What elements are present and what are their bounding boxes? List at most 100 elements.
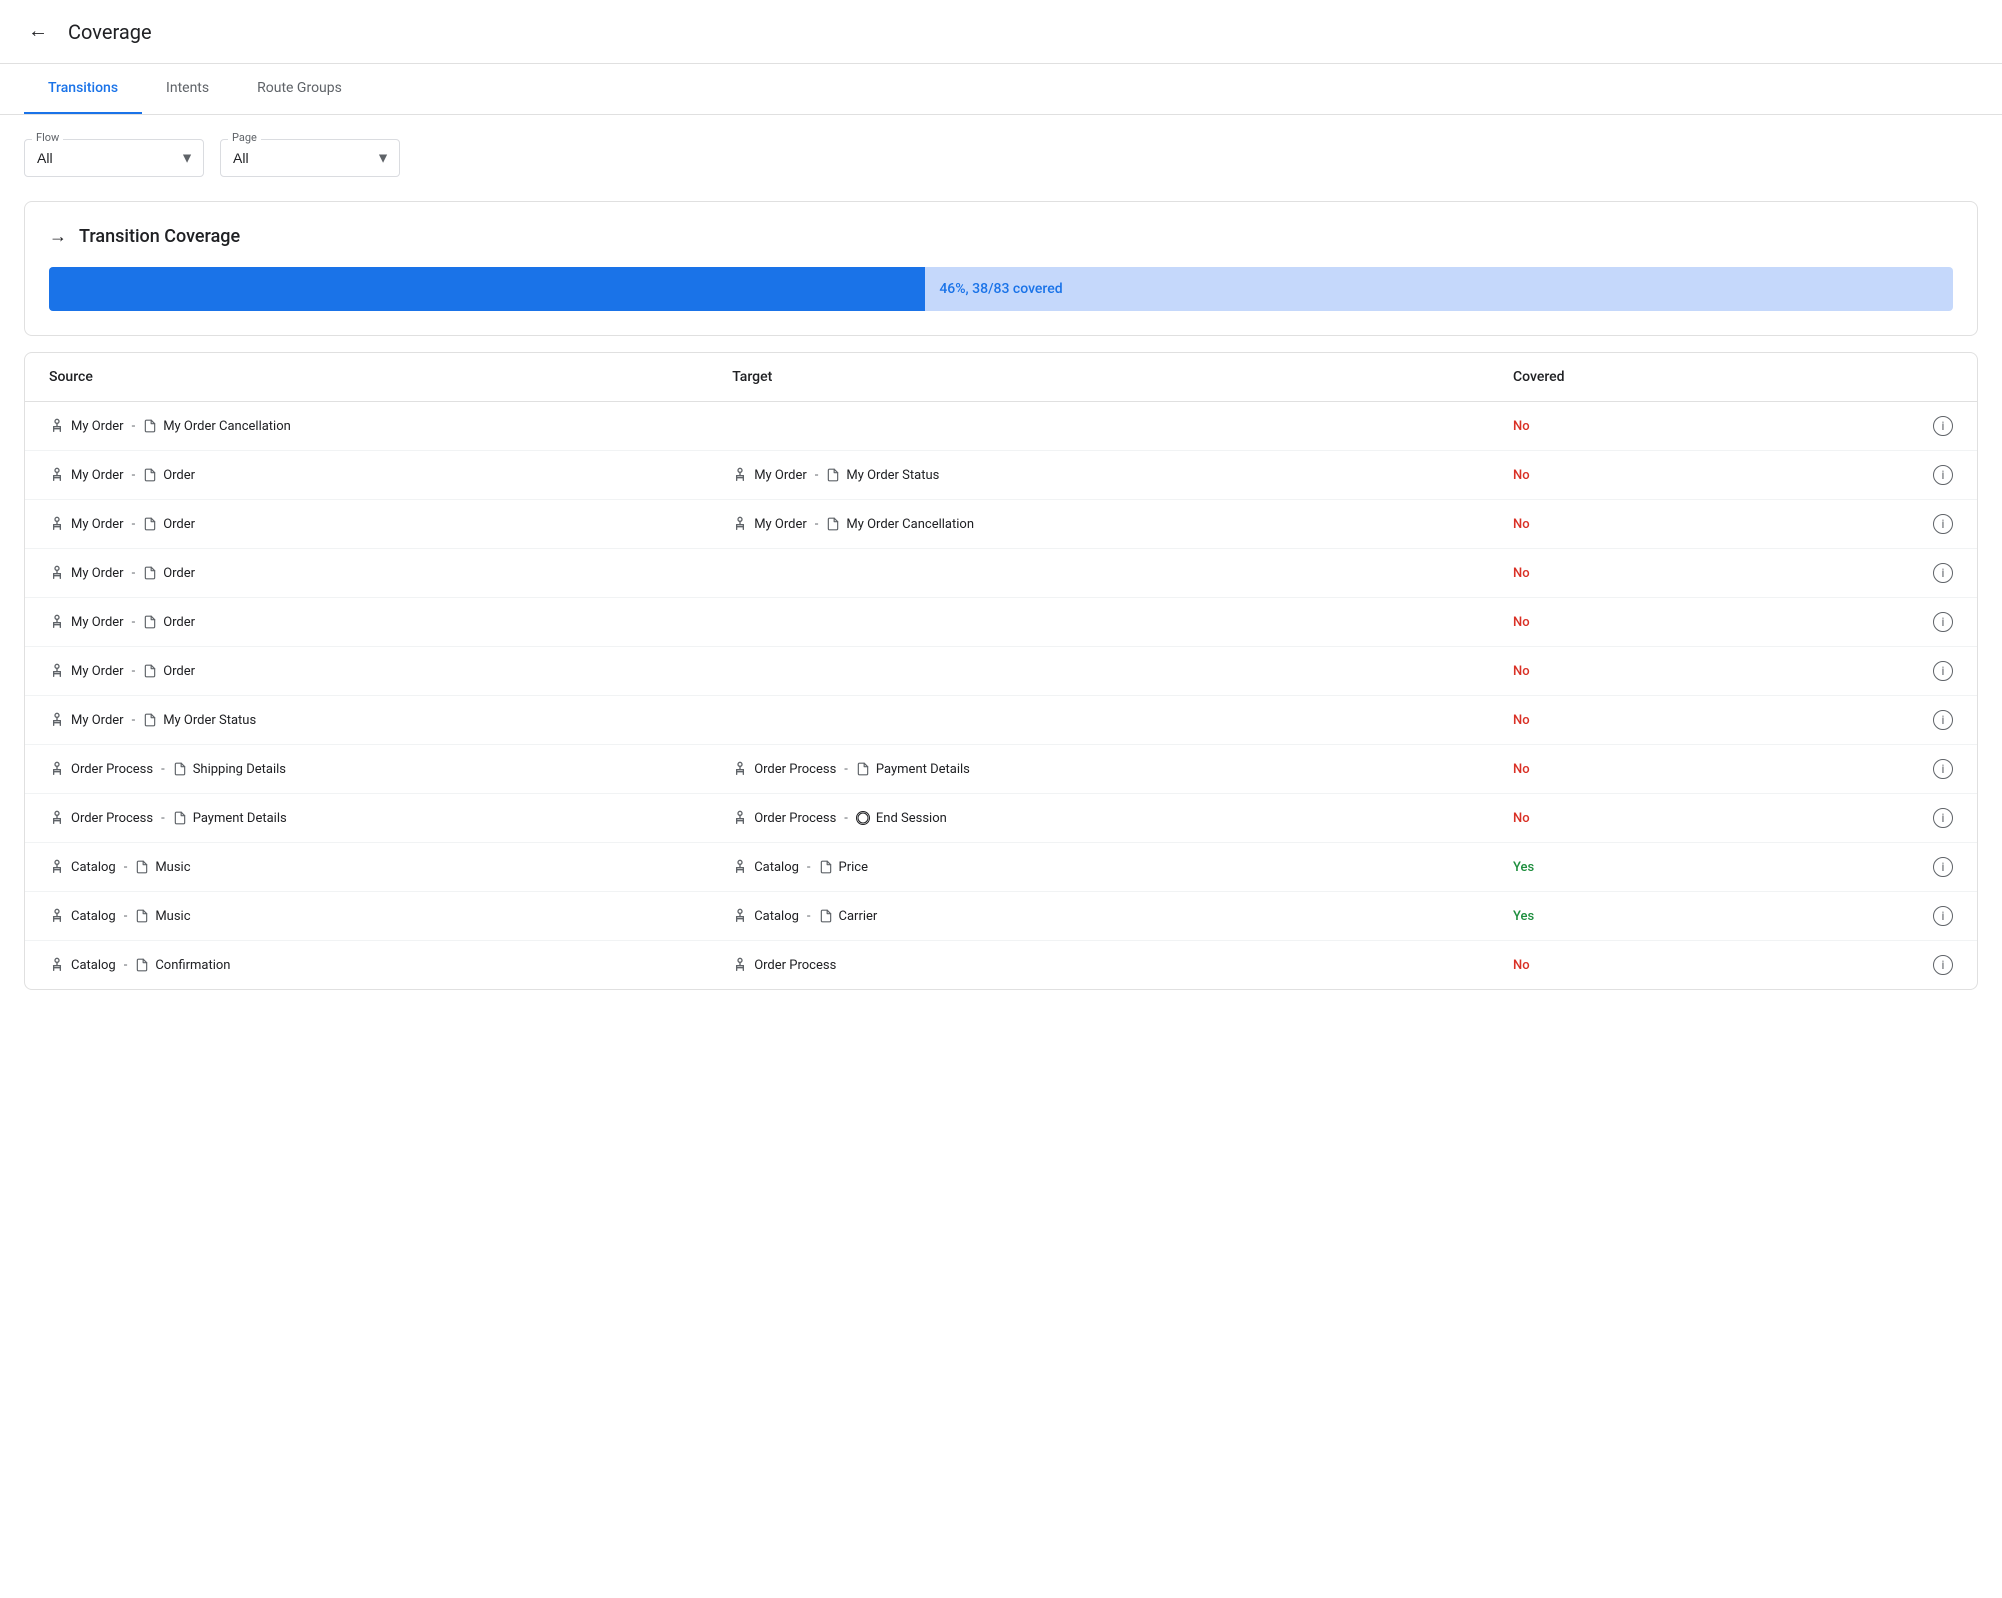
target-cell (708, 647, 1489, 696)
page-name: Music (155, 909, 190, 924)
flow-icon (49, 565, 65, 581)
flow-select[interactable]: All (24, 139, 204, 177)
flow-icon (732, 516, 748, 532)
tab-transitions[interactable]: Transitions (24, 64, 142, 114)
page-name: Payment Details (193, 811, 287, 826)
back-button[interactable]: ← (24, 16, 52, 47)
source-cell: My Order- My Order Cancellation (25, 402, 708, 451)
tab-route-groups[interactable]: Route Groups (233, 64, 366, 114)
source-cell: Order Process- Payment Details (25, 794, 708, 843)
dash-separator: - (132, 664, 136, 679)
info-icon[interactable]: i (1933, 465, 1953, 485)
covered-cell: No (1489, 696, 1782, 745)
source-cell: My Order- Order (25, 598, 708, 647)
page-icon (143, 566, 157, 580)
action-cell[interactable]: i (1782, 941, 1977, 990)
info-icon[interactable]: i (1933, 808, 1953, 828)
info-icon[interactable]: i (1933, 857, 1953, 877)
table-row: Catalog- Music Catalog- PriceYesi (25, 843, 1977, 892)
covered-cell: No (1489, 500, 1782, 549)
dash-separator: - (807, 860, 811, 875)
col-action-header (1782, 353, 1977, 402)
action-cell[interactable]: i (1782, 745, 1977, 794)
table-row: Catalog- Music Catalog- CarrierYesi (25, 892, 1977, 941)
flow-name: My Order (71, 615, 124, 630)
page-title: Coverage (68, 20, 152, 44)
target-cell: My Order- My Order Status (708, 451, 1489, 500)
info-icon[interactable]: i (1933, 661, 1953, 681)
covered-status: No (1513, 419, 1530, 434)
page-icon (135, 958, 149, 972)
flow-icon (49, 712, 65, 728)
info-icon[interactable]: i (1933, 612, 1953, 632)
flow-filter-label: Flow (32, 131, 63, 144)
dash-separator: - (124, 909, 128, 924)
dash-separator: - (132, 566, 136, 581)
page-name: Price (839, 860, 868, 875)
info-icon[interactable]: i (1933, 710, 1953, 730)
action-cell[interactable]: i (1782, 647, 1977, 696)
dash-separator: - (161, 811, 165, 826)
action-cell[interactable]: i (1782, 794, 1977, 843)
info-icon[interactable]: i (1933, 563, 1953, 583)
coverage-card-header: → Transition Coverage (49, 226, 1953, 247)
action-cell[interactable]: i (1782, 696, 1977, 745)
page-icon (143, 664, 157, 678)
info-icon[interactable]: i (1933, 759, 1953, 779)
action-cell[interactable]: i (1782, 892, 1977, 941)
action-cell[interactable]: i (1782, 549, 1977, 598)
flow-name: Order Process (71, 762, 153, 777)
flow-icon (49, 418, 65, 434)
col-covered-header: Covered (1489, 353, 1782, 402)
page-icon (143, 419, 157, 433)
page-name: Order (163, 468, 195, 483)
flow-icon (49, 614, 65, 630)
action-cell[interactable]: i (1782, 598, 1977, 647)
page-name: My Order Cancellation (846, 517, 974, 532)
action-cell[interactable]: i (1782, 500, 1977, 549)
flow-name: My Order (71, 517, 124, 532)
action-cell[interactable]: i (1782, 451, 1977, 500)
info-icon[interactable]: i (1933, 514, 1953, 534)
target-cell (708, 549, 1489, 598)
col-source-header: Source (25, 353, 708, 402)
info-icon[interactable]: i (1933, 906, 1953, 926)
page-name: Order (163, 566, 195, 581)
table-row: Order Process- Payment Details Order Pro… (25, 794, 1977, 843)
covered-cell: No (1489, 647, 1782, 696)
covered-status: No (1513, 958, 1530, 973)
covered-status: No (1513, 664, 1530, 679)
target-cell: Order Process-End Session (708, 794, 1489, 843)
flow-name: My Order (754, 468, 807, 483)
col-target-header: Target (708, 353, 1489, 402)
table-row: My Order- Order No i (25, 598, 1977, 647)
action-cell[interactable]: i (1782, 843, 1977, 892)
flow-icon (49, 810, 65, 826)
dash-separator: - (124, 860, 128, 875)
flow-icon (49, 859, 65, 875)
flow-name: Catalog (754, 860, 799, 875)
tab-intents[interactable]: Intents (142, 64, 233, 114)
page-icon (819, 909, 833, 923)
page-select[interactable]: All (220, 139, 400, 177)
info-icon[interactable]: i (1933, 416, 1953, 436)
table-row: Catalog- Confirmation Order ProcessNoi (25, 941, 1977, 990)
flow-name: Order Process (754, 958, 836, 973)
flow-icon (732, 467, 748, 483)
action-cell[interactable]: i (1782, 402, 1977, 451)
table-row: My Order- My Order Cancellation No i (25, 402, 1977, 451)
page-name: Music (155, 860, 190, 875)
flow-icon (732, 859, 748, 875)
covered-cell: No (1489, 598, 1782, 647)
covered-status: No (1513, 811, 1530, 826)
page-icon (143, 713, 157, 727)
dash-separator: - (124, 958, 128, 973)
flow-name: Catalog (754, 909, 799, 924)
target-cell (708, 696, 1489, 745)
info-icon[interactable]: i (1933, 955, 1953, 975)
dash-separator: - (815, 517, 819, 532)
flow-icon (732, 908, 748, 924)
covered-cell: No (1489, 941, 1782, 990)
table-row: My Order- OrderNoi (25, 647, 1977, 696)
progress-bar-container: 46%, 38/83 covered (49, 267, 1953, 311)
